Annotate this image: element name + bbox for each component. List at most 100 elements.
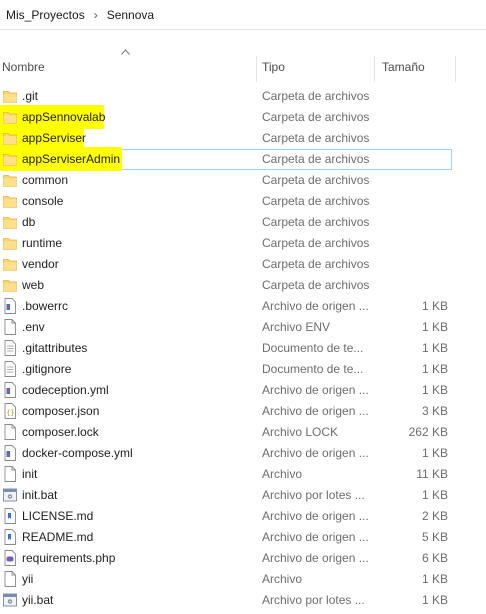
file-row[interactable]: db Carpeta de archivos xyxy=(0,212,486,233)
file-type: Archivo ENV xyxy=(262,320,331,334)
file-row[interactable]: LICENSE.md Archivo de origen ... 2 KB xyxy=(0,506,486,527)
folder-icon xyxy=(3,193,17,209)
file-row[interactable]: appServiser Carpeta de archivos xyxy=(0,126,486,150)
batch-file-icon xyxy=(3,592,17,608)
svg-text:{}: {} xyxy=(6,409,14,417)
file-size: 1 KB xyxy=(421,446,448,460)
sort-ascending-icon xyxy=(121,49,130,55)
file-row[interactable]: docker-compose.yml Archivo de origen ... 1… xyxy=(0,443,486,464)
file-row[interactable]: composer.lock Archivo LOCK 262 KB xyxy=(0,422,486,443)
markdown-file-icon xyxy=(3,529,17,545)
file-name: appServiserAdmin xyxy=(22,152,121,166)
file-name: db xyxy=(22,215,36,229)
file-size: 3 KB xyxy=(421,404,448,418)
file-type: Carpeta de archivos xyxy=(262,131,370,145)
file-type: Archivo xyxy=(262,572,303,586)
file-row[interactable]: init.bat Archivo por lotes ... 1 KB xyxy=(0,485,486,506)
file-name: composer.lock xyxy=(22,425,99,439)
file-size: 1 KB xyxy=(421,383,448,397)
file-row[interactable]: .git Carpeta de archivos xyxy=(0,86,486,107)
file-size: 6 KB xyxy=(421,551,448,565)
file-type: Archivo de origen ... xyxy=(262,509,369,523)
file-type: Archivo de origen ... xyxy=(262,404,369,418)
file-type: Documento de te... xyxy=(262,341,364,355)
markdown-file-icon xyxy=(3,508,17,524)
file-type: Carpeta de archivos xyxy=(262,152,370,166)
php-file-icon xyxy=(3,550,17,566)
file-name: init xyxy=(22,467,38,481)
file-name: .git xyxy=(22,89,39,103)
file-row[interactable]: init Archivo 11 KB xyxy=(0,464,486,485)
blank-file-icon xyxy=(3,466,17,482)
file-row[interactable]: runtime Carpeta de archivos xyxy=(0,233,486,254)
file-row[interactable]: codeception.yml Archivo de origen ... 1 KB xyxy=(0,380,486,401)
file-row[interactable]: web Carpeta de archivos xyxy=(0,275,486,296)
folder-icon xyxy=(3,214,17,230)
file-type: Carpeta de archivos xyxy=(262,110,370,124)
file-row[interactable]: .bowerrc Archivo de origen ... 1 KB xyxy=(0,296,486,317)
file-type: Archivo LOCK xyxy=(262,425,339,439)
file-type: Archivo por lotes ... xyxy=(262,593,365,607)
column-header-row: Nombre Tipo Tamaño xyxy=(0,49,486,82)
file-row[interactable]: appSennovalab Carpeta de archivos xyxy=(0,105,486,129)
file-size: 1 KB xyxy=(421,488,448,502)
file-row[interactable]: {} composer.json Archivo de origen ... 3 KB xyxy=(0,401,486,422)
file-type: Carpeta de archivos xyxy=(262,89,370,103)
file-name: appSennovalab xyxy=(22,110,106,124)
folder-icon xyxy=(3,130,17,146)
file-size: 5 KB xyxy=(421,530,448,544)
column-divider[interactable] xyxy=(256,56,257,82)
folder-icon xyxy=(3,256,17,272)
file-type: Archivo de origen ... xyxy=(262,299,369,313)
file-name: .bowerrc xyxy=(22,299,69,313)
breadcrumb-separator[interactable]: › xyxy=(94,8,98,22)
file-name: yii.bat xyxy=(22,593,54,607)
file-row[interactable]: README.md Archivo de origen ... 5 KB xyxy=(0,527,486,548)
file-row[interactable]: yii.bat Archivo por lotes ... 1 KB xyxy=(0,590,486,611)
file-size: 2 KB xyxy=(421,509,448,523)
file-name: console xyxy=(22,194,64,208)
file-row[interactable]: common Carpeta de archivos xyxy=(0,170,486,191)
json-file-icon: {} xyxy=(3,403,17,419)
file-name: composer.json xyxy=(22,404,100,418)
text-file-icon xyxy=(3,340,17,356)
file-type: Archivo de origen ... xyxy=(262,383,369,397)
file-row[interactable]: console Carpeta de archivos xyxy=(0,191,486,212)
column-divider[interactable] xyxy=(455,56,456,82)
column-header-name[interactable]: Nombre xyxy=(2,60,45,74)
breadcrumb-item-sennova[interactable]: Sennova xyxy=(107,8,154,22)
folder-icon xyxy=(3,151,17,167)
file-name: requirements.php xyxy=(22,551,116,565)
column-header-size[interactable]: Tamaño xyxy=(382,60,425,74)
blank-file-icon xyxy=(3,571,17,587)
file-row[interactable]: appServiserAdmin Carpeta de archivos xyxy=(0,147,486,171)
folder-icon xyxy=(3,88,17,104)
column-header-type[interactable]: Tipo xyxy=(262,60,285,74)
file-row[interactable]: yii Archivo 1 KB xyxy=(0,569,486,590)
column-divider[interactable] xyxy=(374,56,375,82)
file-name: LICENSE.md xyxy=(22,509,94,523)
folder-icon xyxy=(3,277,17,293)
file-name: codeception.yml xyxy=(22,383,109,397)
breadcrumb-item-mis-proyectos[interactable]: Mis_Proyectos xyxy=(6,8,85,22)
folder-icon xyxy=(3,235,17,251)
file-type: Carpeta de archivos xyxy=(262,215,370,229)
file-row[interactable]: .env Archivo ENV 1 KB xyxy=(0,317,486,338)
file-row[interactable]: vendor Carpeta de archivos xyxy=(0,254,486,275)
file-type: Carpeta de archivos xyxy=(262,173,370,187)
file-row[interactable]: requirements.php Archivo de origen ... 6 K… xyxy=(0,548,486,569)
file-name: web xyxy=(22,278,45,292)
file-row[interactable]: .gitattributes Documento de te... 1 KB xyxy=(0,338,486,359)
file-type: Archivo de origen ... xyxy=(262,446,369,460)
file-row[interactable]: .gitignore Documento de te... 1 KB xyxy=(0,359,486,380)
file-type: Archivo de origen ... xyxy=(262,551,369,565)
file-size: 1 KB xyxy=(421,572,448,586)
source-file-icon xyxy=(3,298,17,314)
file-name: appServiser xyxy=(22,131,87,145)
file-name: .gitignore xyxy=(22,362,72,376)
file-size: 11 KB xyxy=(416,467,448,481)
breadcrumb: Mis_Proyectos › Sennova xyxy=(0,0,486,30)
blank-file-icon xyxy=(3,424,17,440)
file-size: 262 KB xyxy=(408,425,448,439)
file-size: 1 KB xyxy=(421,362,448,376)
